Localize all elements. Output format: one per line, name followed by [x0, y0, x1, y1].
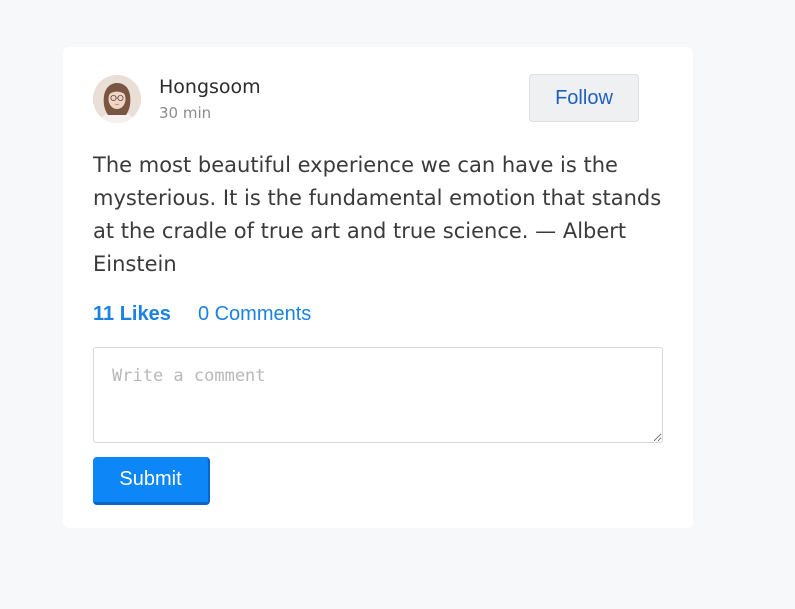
avatar-photo-icon	[93, 75, 141, 123]
post-text: The most beautiful experience we can hav…	[93, 153, 662, 276]
post-stats: 11 Likes 0 Comments	[93, 303, 311, 329]
likes-link[interactable]: 11 Likes	[93, 303, 171, 325]
author-name[interactable]: Hongsoom	[159, 75, 261, 99]
submit-button[interactable]: Submit	[93, 457, 210, 505]
post-card: Hongsoom 30 min Follow The most beautifu…	[63, 47, 693, 528]
comments-link[interactable]: 0 Comments	[198, 303, 311, 325]
follow-button[interactable]: Follow	[529, 74, 639, 122]
post-timestamp: 30 min	[159, 104, 212, 122]
comment-input[interactable]	[93, 347, 663, 443]
author-avatar[interactable]	[93, 75, 141, 123]
